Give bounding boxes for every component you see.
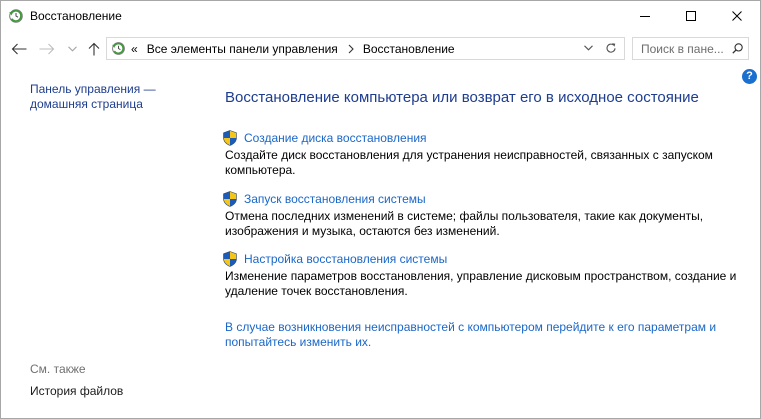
recovery-icon: [111, 41, 126, 56]
task-description-line: изображения и музыка, остаются без измен…: [225, 223, 500, 238]
configure-system-restore-link[interactable]: Настройка восстановления системы: [244, 251, 447, 267]
page-title: Восстановление компьютера или возврат ег…: [225, 89, 699, 106]
chevron-down-icon: [584, 45, 593, 51]
uac-shield-icon: [223, 191, 237, 207]
task-description: Создайте диск восстановления для устране…: [225, 148, 713, 178]
reset-pc-settings-link-line[interactable]: В случае возникновения неисправностей с …: [225, 320, 716, 335]
control-panel-home-link[interactable]: Панель управления — домашняя страница: [30, 82, 156, 112]
minimize-button[interactable]: [622, 1, 668, 31]
see-also-section: См. также История файлов: [30, 362, 123, 399]
task-description: Изменение параметров восстановления, упр…: [225, 269, 736, 299]
maximize-icon: [686, 11, 696, 21]
search-icon[interactable]: [732, 43, 743, 54]
refresh-button[interactable]: [605, 42, 617, 54]
task-create-recovery-drive: Создание диска восстановления Создайте д…: [223, 130, 743, 178]
title-bar[interactable]: Восстановление: [1, 1, 760, 31]
back-button[interactable]: [9, 39, 29, 59]
window-title: Восстановление: [30, 9, 122, 23]
breadcrumb-all-control-panel-items[interactable]: Все элементы панели управления: [147, 41, 338, 57]
recovery-icon[interactable]: [8, 8, 24, 24]
search-box[interactable]: [632, 37, 749, 60]
uac-shield-icon: [223, 130, 237, 146]
up-arrow-icon: [88, 42, 100, 56]
open-system-restore-link[interactable]: Запуск восстановления системы: [244, 191, 426, 207]
task-description-line: Изменение параметров восстановления, упр…: [225, 269, 737, 283]
address-dropdown-button[interactable]: [584, 45, 593, 51]
search-input[interactable]: [641, 40, 731, 57]
minimize-icon: [640, 16, 650, 17]
refresh-icon: [606, 43, 616, 53]
chevron-right-icon: [348, 44, 354, 53]
up-button[interactable]: [84, 39, 104, 59]
recovery-task-list: Создание диска восстановления Создайте д…: [223, 130, 743, 312]
control-panel-home-link-line[interactable]: домашняя страница: [30, 97, 156, 112]
back-arrow-icon: [11, 43, 27, 55]
recent-locations-button[interactable]: [66, 39, 78, 59]
address-bar[interactable]: « Все элементы панели управления Восстан…: [106, 37, 625, 60]
file-history-link[interactable]: История файлов: [30, 384, 123, 399]
recovery-window: Восстановление « Все элементы панели упр…: [0, 0, 761, 419]
forward-arrow-icon: [39, 43, 55, 55]
control-panel-home-link-line[interactable]: Панель управления —: [30, 82, 156, 97]
help-icon[interactable]: ?: [742, 69, 757, 84]
see-also-heading: См. также: [30, 362, 86, 376]
close-icon: [732, 11, 742, 21]
breadcrumb-separator-button[interactable]: [348, 44, 354, 54]
maximize-button[interactable]: [668, 1, 714, 31]
task-description-line: Отмена последних изменений в системе; фа…: [225, 208, 704, 223]
chevron-down-icon: [67, 46, 77, 52]
task-description-line: Создайте диск восстановления для устране…: [225, 148, 713, 162]
reset-pc-settings-link[interactable]: В случае возникновения неисправностей с …: [225, 320, 716, 350]
task-description-line: компьютера.: [225, 163, 296, 177]
breadcrumb-recovery[interactable]: Восстановление: [363, 41, 455, 57]
uac-shield-icon: [223, 251, 237, 267]
forward-button[interactable]: [37, 39, 57, 59]
task-description: Отмена последних изменений в системе; фа…: [225, 209, 703, 239]
create-recovery-drive-link[interactable]: Создание диска восстановления: [244, 130, 427, 146]
task-open-system-restore: Запуск восстановления системы Отмена пос…: [223, 191, 743, 239]
reset-pc-settings-link-line[interactable]: попытайтесь изменить их.: [225, 335, 716, 350]
close-button[interactable]: [714, 1, 760, 31]
task-description-line: удаление точек восстановления.: [225, 284, 408, 298]
task-configure-system-restore: Настройка восстановления системы Изменен…: [223, 251, 743, 299]
breadcrumb-overflow-button[interactable]: «: [131, 41, 138, 57]
